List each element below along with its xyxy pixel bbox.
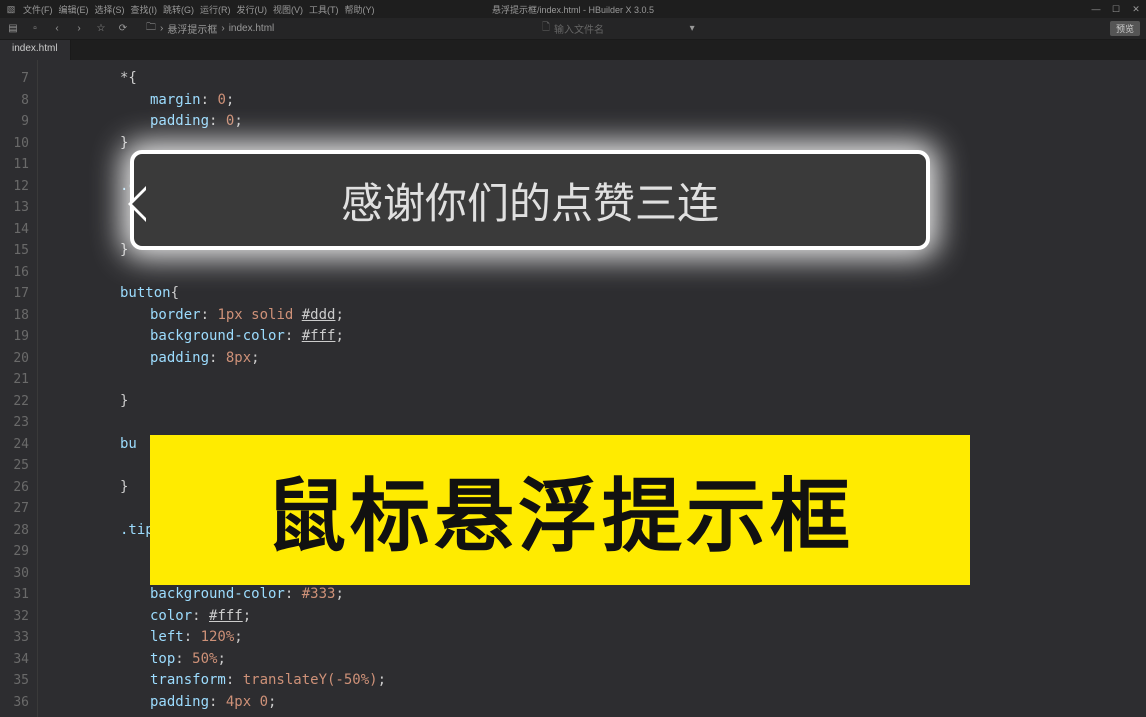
menu-item[interactable]: 查找(I) (128, 5, 161, 15)
search-icon: 🗋 (542, 20, 550, 37)
titlebar: ▧ 文件(F)编辑(E)选择(S)查找(I)跳转(G)运行(R)发行(U)视图(… (0, 0, 1146, 18)
banner-text: 鼠标悬浮提示框 (266, 452, 854, 568)
code-line[interactable]: margin: 0; (50, 90, 1146, 112)
tab-index-html[interactable]: index.html (0, 40, 71, 60)
breadcrumb-file: index.html (229, 23, 275, 34)
menu-item[interactable]: 帮助(Y) (342, 5, 378, 15)
code-line[interactable]: background-color: #fff; (50, 326, 1146, 348)
toolbar: ▤ ▫ ‹ › ☆ ⟳ 🗀 › 悬浮提示框 › index.html 🗋 输入文… (0, 18, 1146, 40)
folder-icon: 🗀 (146, 20, 156, 37)
preview-button[interactable]: 预览 (1110, 21, 1140, 36)
tooltip-text: 感谢你们的点赞三连 (341, 170, 719, 231)
code-line[interactable]: background-color: #333; (50, 584, 1146, 606)
code-line[interactable]: border: 1px solid #ddd; (50, 305, 1146, 327)
menu-item[interactable]: 文件(F) (20, 5, 56, 15)
back-icon[interactable]: ‹ (50, 22, 64, 36)
refresh-icon[interactable]: ⟳ (116, 22, 130, 36)
breadcrumb-root: 悬浮提示框 (167, 21, 217, 36)
code-line[interactable]: button{ (50, 283, 1146, 305)
window-title: 悬浮提示框/index.html - HBuilder X 3.0.5 (492, 3, 654, 16)
menu-item[interactable]: 发行(U) (234, 5, 271, 15)
funnel-icon[interactable]: ▾ (690, 23, 695, 34)
code-line[interactable]: top: 50%; (50, 649, 1146, 671)
tabs: index.html (0, 40, 1146, 60)
star-icon[interactable]: ☆ (94, 22, 108, 36)
forward-icon[interactable]: › (72, 22, 86, 36)
save-icon[interactable]: ▫ (28, 22, 42, 36)
tooltip-bubble: 感谢你们的点赞三连 (130, 150, 930, 250)
new-file-icon[interactable]: ▤ (6, 22, 20, 36)
breadcrumb[interactable]: 🗀 › 悬浮提示框 › index.html (146, 20, 274, 37)
search-placeholder: 输入文件名 (554, 21, 604, 36)
code-line[interactable]: left: 120%; (50, 627, 1146, 649)
code-line[interactable]: padding: 8px; (50, 348, 1146, 370)
code-line[interactable]: padding: 0; (50, 111, 1146, 133)
code-line[interactable]: transform: translateY(-50%); (50, 670, 1146, 692)
code-line[interactable] (50, 369, 1146, 391)
menu-item[interactable]: 选择(S) (92, 5, 128, 15)
code-line[interactable] (50, 412, 1146, 434)
menu-item[interactable]: 工具(T) (306, 5, 342, 15)
minimize-button[interactable]: — (1090, 4, 1102, 15)
menu-item[interactable]: 跳转(G) (160, 5, 197, 15)
code-line[interactable]: color: #fff; (50, 606, 1146, 628)
code-line[interactable]: *{ (50, 68, 1146, 90)
line-numbers: 7891011121314151617181920212223242526272… (0, 60, 38, 717)
menu-item[interactable]: 视图(V) (270, 5, 306, 15)
menu-item[interactable]: 编辑(E) (56, 5, 92, 15)
close-button[interactable]: ✕ (1130, 4, 1142, 15)
code-line[interactable]: padding: 4px 0; (50, 692, 1146, 714)
menu-bar: ▧ 文件(F)编辑(E)选择(S)查找(I)跳转(G)运行(R)发行(U)视图(… (4, 2, 378, 16)
title-banner: 鼠标悬浮提示框 (150, 435, 970, 585)
code-line[interactable] (50, 262, 1146, 284)
code-line[interactable]: } (50, 391, 1146, 413)
menu-item[interactable]: 运行(R) (197, 5, 234, 15)
app-logo-icon: ▧ (4, 2, 18, 16)
maximize-button[interactable]: ☐ (1110, 4, 1122, 15)
search-box[interactable]: 🗋 输入文件名 (542, 20, 604, 37)
